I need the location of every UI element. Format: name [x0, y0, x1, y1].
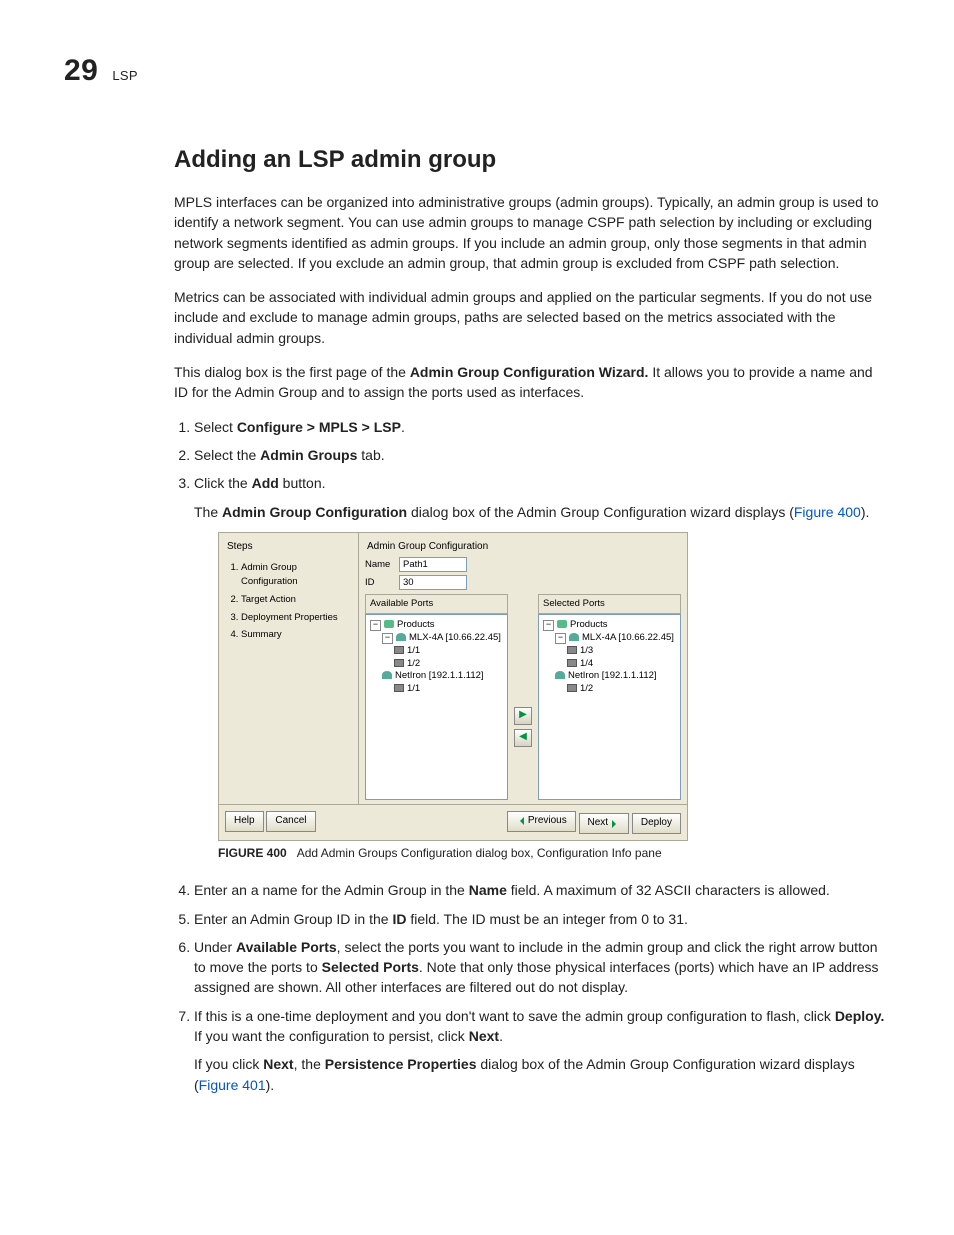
steps-title: Steps [225, 537, 352, 558]
triangle-left-icon [516, 817, 524, 825]
device-icon [555, 671, 565, 679]
step-3-result: The Admin Group Configuration dialog box… [194, 502, 890, 522]
port-icon [394, 646, 404, 654]
device-icon [569, 633, 579, 641]
port-icon [394, 659, 404, 667]
step-7: If this is a one-time deployment and you… [194, 1006, 890, 1095]
figure-400-caption: FIGURE 400 Add Admin Groups Configuratio… [218, 845, 890, 862]
procedure-list: Select Configure > MPLS > LSP. Select th… [174, 417, 890, 1095]
config-pane: Admin Group Configuration Name ID [359, 533, 687, 804]
move-right-button[interactable]: ▶ [514, 707, 532, 725]
step-2: Select the Admin Groups tab. [194, 445, 890, 465]
figure-401-link[interactable]: Figure 401 [199, 1077, 266, 1093]
id-field[interactable] [399, 575, 467, 590]
cancel-button[interactable]: Cancel [266, 811, 315, 832]
help-button[interactable]: Help [225, 811, 264, 832]
selected-ports-tree[interactable]: −Products −MLX-4A [10.66.22.45] 1/3 1/4 … [538, 614, 681, 800]
step-6: Under Available Ports, select the ports … [194, 937, 890, 998]
step-1: Select Configure > MPLS > LSP. [194, 417, 890, 437]
admin-group-dialog: Steps Admin Group Configuration Target A… [218, 532, 688, 841]
document-page: 29 LSP Adding an LSP admin group MPLS in… [0, 0, 954, 1235]
heading: Adding an LSP admin group [174, 146, 890, 174]
name-field[interactable] [399, 557, 467, 572]
wizard-step-1[interactable]: Admin Group Configuration [241, 561, 352, 589]
section-label: LSP [112, 68, 137, 83]
device-icon [396, 633, 406, 641]
wizard-step-2[interactable]: Target Action [241, 593, 352, 607]
port-icon [567, 684, 577, 692]
chapter-number: 29 [64, 54, 98, 88]
products-icon [557, 620, 567, 628]
port-icon [567, 659, 577, 667]
deploy-button[interactable]: Deploy [632, 813, 681, 834]
id-label: ID [365, 576, 393, 590]
previous-button[interactable]: Previous [507, 811, 576, 832]
paragraph-1: MPLS interfaces can be organized into ad… [174, 192, 890, 273]
next-button[interactable]: Next [579, 813, 630, 834]
name-label: Name [365, 558, 393, 572]
available-ports-header: Available Ports [365, 594, 508, 614]
port-icon [567, 646, 577, 654]
step-5: Enter an Admin Group ID in the ID field.… [194, 909, 890, 929]
wizard-step-list: Admin Group Configuration Target Action … [225, 561, 352, 642]
products-icon [384, 620, 394, 628]
available-ports-tree[interactable]: −Products −MLX-4A [10.66.22.45] 1/1 1/2 … [365, 614, 508, 800]
page-header: 29 LSP [64, 54, 890, 88]
wizard-steps-pane: Steps Admin Group Configuration Target A… [219, 533, 359, 804]
content-area: Adding an LSP admin group MPLS interface… [174, 146, 890, 1095]
step-7-result: If you click Next, the Persistence Prope… [194, 1054, 890, 1095]
paragraph-2: Metrics can be associated with individua… [174, 287, 890, 348]
wizard-step-3[interactable]: Deployment Properties [241, 611, 352, 625]
step-3: Click the Add button. The Admin Group Co… [194, 473, 890, 862]
triangle-right-icon [612, 820, 620, 828]
config-title: Admin Group Configuration [365, 537, 681, 558]
wizard-step-4[interactable]: Summary [241, 628, 352, 642]
move-left-button[interactable]: ◀ [514, 729, 532, 747]
paragraph-3: This dialog box is the first page of the… [174, 362, 890, 403]
step-4: Enter an a name for the Admin Group in t… [194, 880, 890, 900]
figure-400-link[interactable]: Figure 400 [794, 504, 861, 520]
port-icon [394, 684, 404, 692]
selected-ports-header: Selected Ports [538, 594, 681, 614]
device-icon [382, 671, 392, 679]
